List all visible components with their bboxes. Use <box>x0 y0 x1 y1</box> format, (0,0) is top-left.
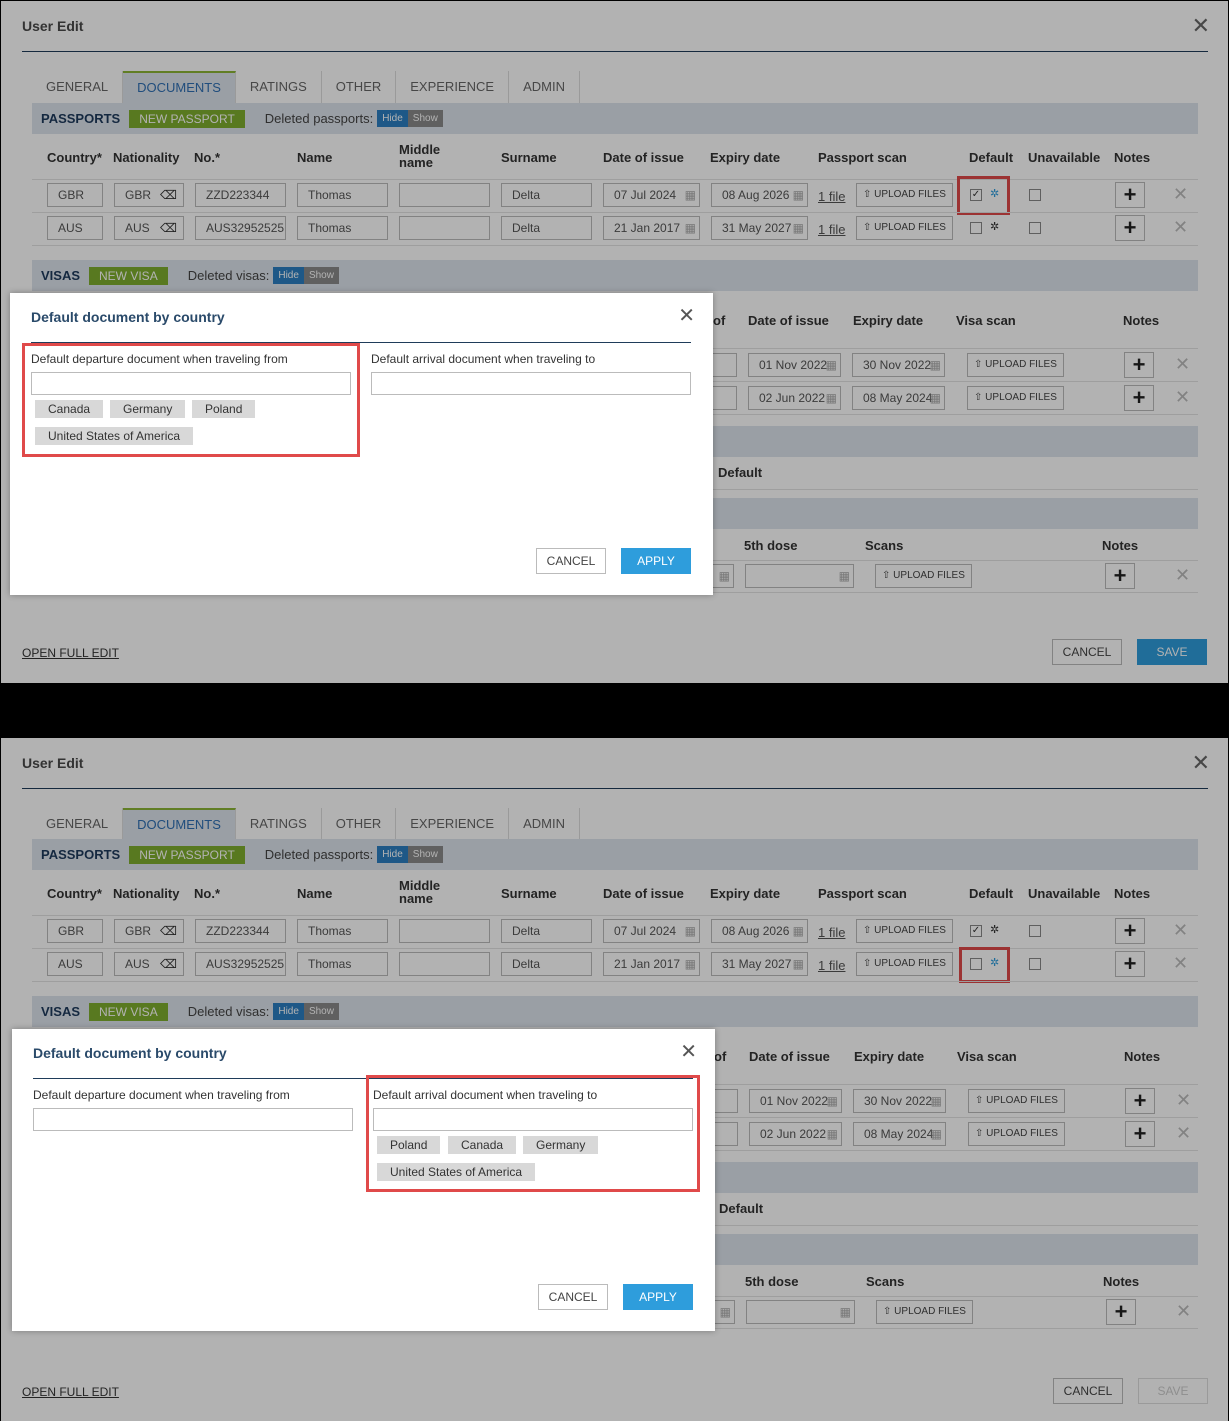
arrival-label: Default arrival document when traveling … <box>371 352 596 366</box>
highlight-box <box>22 343 360 457</box>
arrival-country-input[interactable] <box>371 372 691 395</box>
modal-cancel-button[interactable]: CANCEL <box>538 1284 608 1310</box>
close-icon[interactable]: ✕ <box>680 1042 697 1062</box>
departure-country-input[interactable] <box>33 1108 353 1131</box>
default-document-modal: Default document by country ✕ Default de… <box>12 1029 715 1331</box>
close-icon[interactable]: ✕ <box>678 306 695 326</box>
modal-title: Default document by country <box>33 1045 227 1061</box>
user-edit-window-bottom: User Edit ✕ GENERAL DOCUMENTS RATINGS OT… <box>1 738 1228 1421</box>
modal-apply-button[interactable]: APPLY <box>623 1284 693 1310</box>
user-edit-window-top: User Edit ✕ GENERAL DOCUMENTS RATINGS OT… <box>1 1 1228 683</box>
modal-cancel-button[interactable]: CANCEL <box>536 548 606 574</box>
modal-title: Default document by country <box>31 309 225 325</box>
default-document-modal: Default document by country ✕ Default de… <box>10 293 713 595</box>
highlight-box <box>366 1075 700 1192</box>
departure-label: Default departure document when travelin… <box>33 1088 290 1102</box>
modal-apply-button[interactable]: APPLY <box>621 548 691 574</box>
